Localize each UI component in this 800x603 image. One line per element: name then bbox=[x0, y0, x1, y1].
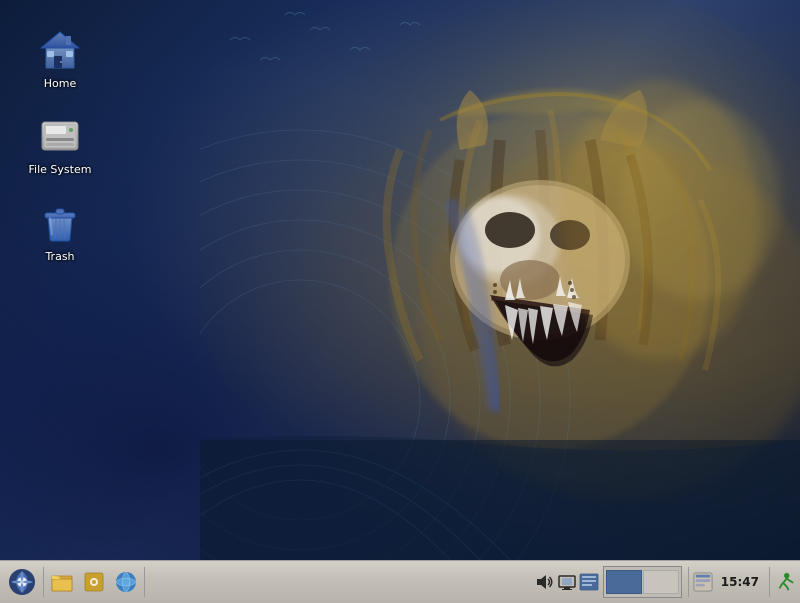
home-label: Home bbox=[40, 76, 80, 92]
quicklaunch-settings[interactable] bbox=[80, 568, 108, 596]
panel-tray-icon[interactable] bbox=[579, 572, 599, 592]
desktop-icons: Home bbox=[20, 20, 100, 269]
filesystem-icon-desktop[interactable]: File System bbox=[20, 106, 100, 182]
taskbar-separator-4 bbox=[769, 567, 770, 597]
desktop: Home bbox=[0, 0, 800, 560]
workspace-1[interactable] bbox=[606, 570, 642, 594]
workspace-switcher bbox=[603, 566, 682, 598]
home-icon-image bbox=[36, 24, 84, 72]
network-tray-icon[interactable] bbox=[557, 572, 577, 592]
quicklaunch-browser[interactable] bbox=[112, 568, 140, 596]
home-icon-desktop[interactable]: Home bbox=[20, 20, 100, 96]
logout-tray-icon[interactable] bbox=[774, 572, 794, 592]
taskbar-separator-1 bbox=[43, 567, 44, 597]
trash-icon-image bbox=[36, 197, 84, 245]
trash-label: Trash bbox=[41, 249, 78, 265]
taskbar-separator-3 bbox=[688, 567, 689, 597]
quicklaunch-filemanager[interactable] bbox=[48, 568, 76, 596]
workspace-2[interactable] bbox=[643, 570, 679, 594]
taskbar-separator-2 bbox=[144, 567, 145, 597]
filesystem-label: File System bbox=[25, 162, 96, 178]
volume-tray-icon[interactable] bbox=[535, 572, 555, 592]
start-button[interactable] bbox=[4, 565, 39, 600]
clock-time: 15:47 bbox=[721, 575, 759, 589]
system-clock[interactable]: 15:47 bbox=[715, 575, 765, 589]
trash-icon-desktop[interactable]: Trash bbox=[20, 193, 100, 269]
taskbar-left bbox=[2, 565, 147, 600]
wallpaper-lion bbox=[200, 0, 800, 560]
taskbar: 15:47 bbox=[0, 560, 800, 603]
files-tray-icon[interactable] bbox=[693, 572, 713, 592]
taskbar-right: 15:47 bbox=[531, 566, 798, 598]
filesystem-icon-image bbox=[36, 110, 84, 158]
